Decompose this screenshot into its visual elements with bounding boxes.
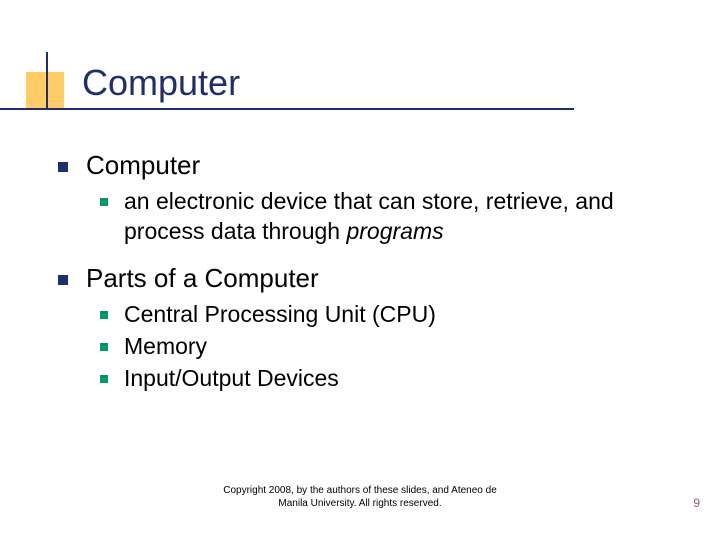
list-item-label: Memory — [124, 332, 207, 362]
title-rule-vertical — [46, 52, 48, 108]
slide-body: Computer an electronic device that can s… — [58, 150, 668, 410]
bullet-icon — [58, 275, 68, 285]
page-number: 9 — [693, 496, 700, 510]
list-item-label: Parts of a Computer — [86, 263, 319, 294]
bullet-icon — [100, 375, 108, 383]
list-item: an electronic device that can store, ret… — [100, 187, 668, 247]
title-rule-horizontal — [0, 108, 574, 110]
footer-copyright: Copyright 2008, by the authors of these … — [0, 484, 720, 510]
list-item-label: an electronic device that can store, ret… — [124, 187, 668, 247]
list-item-label: Computer — [86, 150, 200, 181]
list-item-label: Central Processing Unit (CPU) — [124, 300, 436, 330]
slide-title: Computer — [82, 62, 240, 104]
bullet-icon — [100, 198, 108, 206]
list-item: Computer — [58, 150, 668, 181]
list-item: Parts of a Computer — [58, 263, 668, 294]
bullet-icon — [100, 343, 108, 351]
title-block: Computer — [0, 52, 720, 142]
list-item: Central Processing Unit (CPU) — [100, 300, 668, 330]
list-item: Memory — [100, 332, 668, 362]
list-item-label: Input/Output Devices — [124, 364, 339, 394]
bullet-icon — [100, 311, 108, 319]
bullet-icon — [58, 162, 68, 172]
title-accent-square — [26, 72, 64, 110]
list-item: Input/Output Devices — [100, 364, 668, 394]
